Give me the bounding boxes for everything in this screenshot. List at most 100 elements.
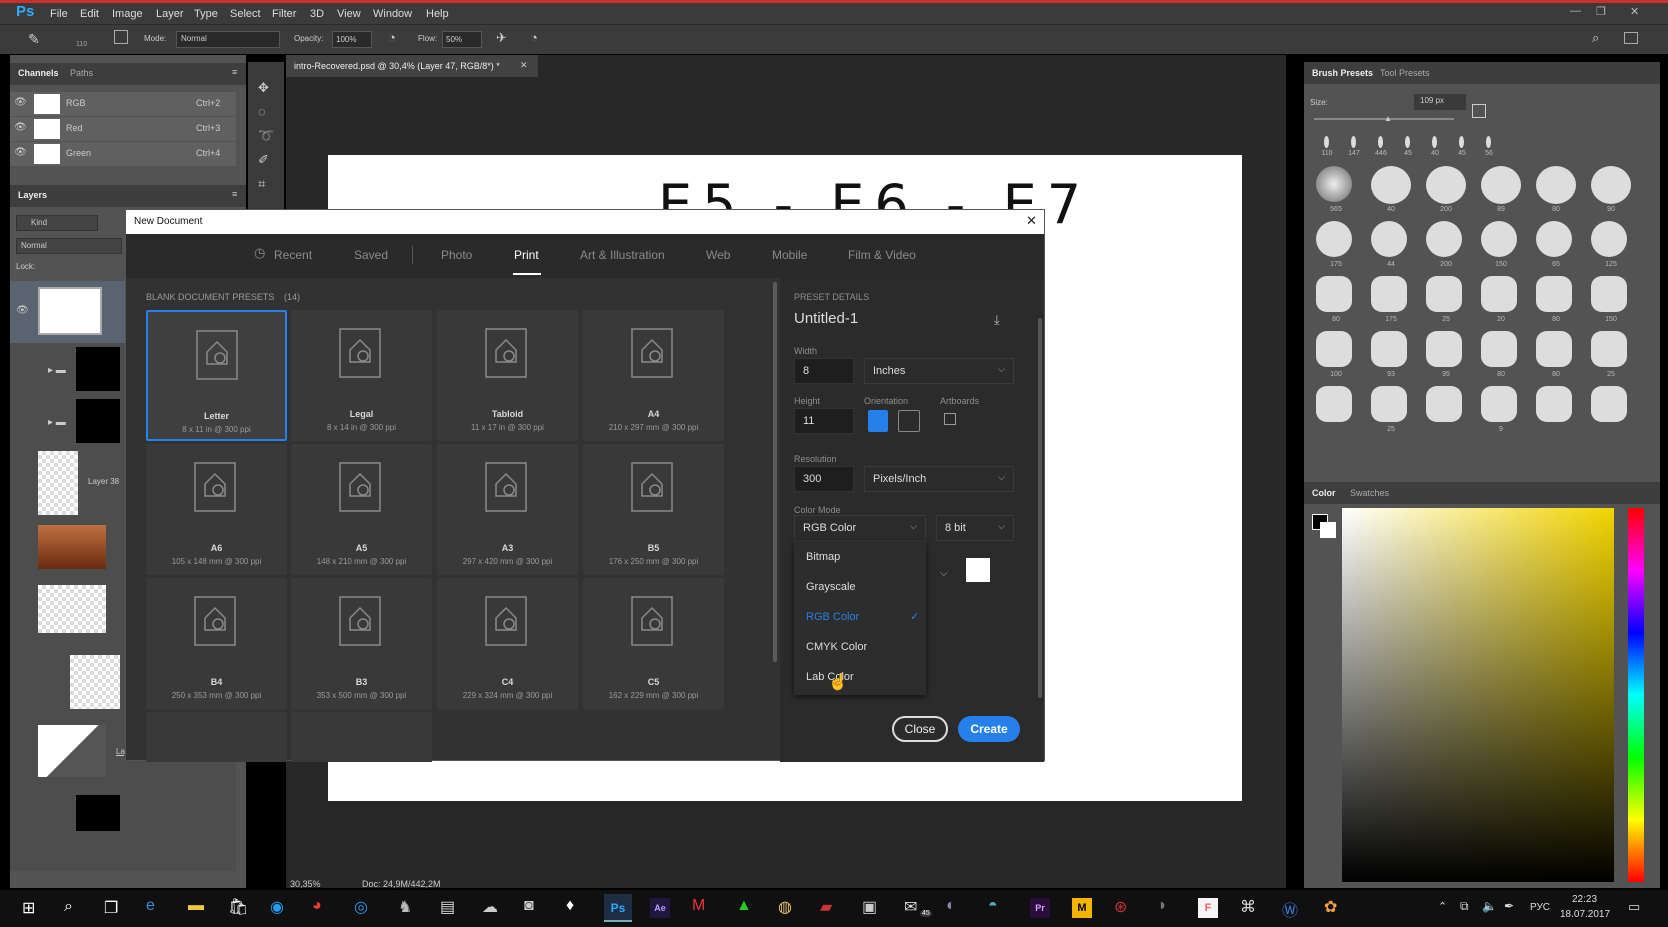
app-icon[interactable]: F [1198, 898, 1218, 918]
search-icon[interactable]: ⌕ [1592, 30, 1599, 46]
height-field[interactable]: 11 [794, 408, 854, 434]
brush-preset[interactable] [1481, 386, 1517, 422]
color-field[interactable] [1342, 508, 1614, 882]
brush-tip[interactable] [1378, 136, 1383, 148]
preset-card[interactable]: B3 353 x 500 mm @ 300 ppi [291, 578, 432, 709]
brush-settings-icon[interactable] [114, 30, 128, 44]
menu-item-cmyk-color[interactable]: CMYK Color [806, 641, 867, 653]
preset-card[interactable]: A4 210 x 297 mm @ 300 ppi [583, 310, 724, 441]
tab-recent[interactable]: Recent [274, 248, 312, 262]
eye-icon[interactable]: 👁 [14, 97, 27, 108]
brush-preset[interactable] [1481, 221, 1517, 257]
channel-row[interactable]: 👁 RGB Ctrl+2 [10, 92, 236, 116]
eye-icon[interactable]: 👁 [16, 305, 29, 316]
tab-paths[interactable]: Paths [70, 68, 93, 78]
dialog-close-icon[interactable]: ✕ [1026, 213, 1037, 229]
panel-menu-icon[interactable]: ≡ [232, 189, 237, 199]
presets-scrollbar[interactable] [773, 282, 777, 662]
app-icon[interactable]: ◎ [354, 897, 368, 917]
tab-saved[interactable]: Saved [354, 248, 388, 262]
brush-preset[interactable] [1371, 386, 1407, 422]
menu-item-bitmap[interactable]: Bitmap [806, 551, 840, 563]
preset-card[interactable] [146, 712, 287, 762]
preset-card[interactable]: Legal 8 x 14 in @ 300 ppi [291, 310, 432, 441]
mode-dropdown[interactable]: Normal [176, 31, 280, 48]
flow-field[interactable]: 50% [442, 31, 482, 48]
brush-preset[interactable] [1426, 276, 1462, 312]
channel-row[interactable]: 👁 Green Ctrl+4 [10, 142, 236, 166]
menu-layer[interactable]: Layer [156, 8, 184, 20]
brush-preset[interactable] [1536, 166, 1576, 204]
brush-tip[interactable] [1351, 136, 1356, 148]
brush-preset[interactable] [1481, 166, 1521, 204]
network-icon[interactable]: ⧉ [1460, 899, 1469, 914]
tab-film-video[interactable]: Film & Video [848, 248, 916, 262]
menu-file[interactable]: File [50, 8, 68, 20]
preset-card[interactable]: A5 148 x 210 mm @ 300 ppi [291, 444, 432, 575]
background-color-swatch[interactable] [1320, 522, 1336, 538]
app-icon[interactable]: ▣ [862, 897, 877, 917]
zoom-status[interactable]: 30,35% [290, 879, 321, 889]
brush-preset[interactable] [1481, 331, 1517, 367]
hue-slider[interactable] [1628, 508, 1644, 882]
brush-tip[interactable] [1324, 136, 1329, 148]
minimize-icon[interactable]: — [1570, 5, 1581, 17]
tab-web[interactable]: Web [706, 248, 730, 262]
eye-icon[interactable]: 👁 [14, 122, 27, 133]
brush-preset[interactable] [1371, 221, 1407, 257]
pressure-size-icon[interactable]: ◔ [530, 30, 538, 45]
app-icon[interactable]: ◐ [946, 897, 956, 915]
tab-brush-presets[interactable]: Brush Presets [1312, 68, 1373, 78]
app-icon[interactable]: ⌘ [1240, 897, 1256, 917]
eye-icon[interactable]: 👁 [14, 147, 27, 158]
menu-item-rgb-color[interactable]: RGB Color [806, 611, 859, 623]
workspace-icon[interactable] [1624, 32, 1638, 44]
app-icon[interactable]: ◓ [988, 897, 998, 915]
brush-preset[interactable] [1591, 221, 1627, 257]
tab-print[interactable]: Print [514, 248, 539, 262]
app-icon[interactable]: Ⓦ [1282, 897, 1298, 921]
brush-preset[interactable] [1371, 276, 1407, 312]
brush-preset[interactable] [1536, 276, 1572, 312]
tab-channels[interactable]: Channels [18, 68, 59, 78]
brush-preset[interactable] [1316, 221, 1352, 257]
portrait-orientation-icon[interactable] [868, 410, 888, 432]
brush-preset[interactable] [1426, 221, 1462, 257]
preset-card[interactable]: C5 162 x 229 mm @ 300 ppi [583, 578, 724, 709]
app-icon[interactable]: M [1072, 898, 1092, 918]
tab-swatches[interactable]: Swatches [1350, 488, 1389, 498]
quick-select-tool-icon[interactable]: ✐ [258, 152, 269, 168]
brush-preset[interactable] [1316, 331, 1352, 367]
document-name[interactable]: Untitled-1 [794, 310, 858, 327]
brush-tip[interactable] [1459, 136, 1464, 148]
app-icon[interactable]: ◙ [524, 897, 534, 915]
blend-mode-dropdown[interactable]: Normal [16, 238, 122, 254]
menu-filter[interactable]: Filter [272, 8, 296, 20]
document-tab[interactable]: intro-Recovered.psd @ 30,4% (Layer 47, R… [286, 55, 538, 77]
photoshop-taskbar-icon[interactable]: Ps [604, 894, 632, 922]
app-icon[interactable]: ☁ [482, 897, 498, 917]
brush-tip[interactable] [1405, 136, 1410, 148]
store-icon[interactable]: 🛍 [228, 897, 248, 917]
menu-view[interactable]: View [337, 8, 361, 20]
restore-icon[interactable]: ❐ [1596, 5, 1606, 18]
menu-type[interactable]: Type [194, 8, 218, 20]
width-unit-dropdown[interactable]: Inches ⌵ [864, 358, 1014, 384]
brush-preset[interactable] [1591, 386, 1627, 422]
close-button[interactable]: Close [892, 716, 948, 742]
after-effects-icon[interactable]: Ae [650, 898, 670, 918]
preset-card[interactable]: Tabloid 11 x 17 in @ 300 ppi [437, 310, 578, 441]
brush-size-value[interactable]: 110 [76, 41, 87, 48]
tray-chevron-icon[interactable]: ⌃ [1438, 900, 1447, 913]
layer-kind-filter[interactable]: Kind [16, 215, 98, 231]
brush-preset[interactable] [1316, 166, 1352, 202]
clock-time[interactable]: 22:23 [1572, 894, 1597, 905]
brush-preset[interactable] [1481, 276, 1517, 312]
menu-select[interactable]: Select [230, 8, 261, 20]
opacity-field[interactable]: 100% [332, 31, 372, 48]
notifications-icon[interactable]: ▭ [1628, 899, 1640, 915]
chrome-icon[interactable]: ◕ [312, 897, 322, 915]
preset-card[interactable]: A6 105 x 148 mm @ 300 ppi [146, 444, 287, 575]
new-brush-icon[interactable] [1472, 104, 1486, 118]
panel-menu-icon[interactable]: ≡ [232, 67, 237, 77]
